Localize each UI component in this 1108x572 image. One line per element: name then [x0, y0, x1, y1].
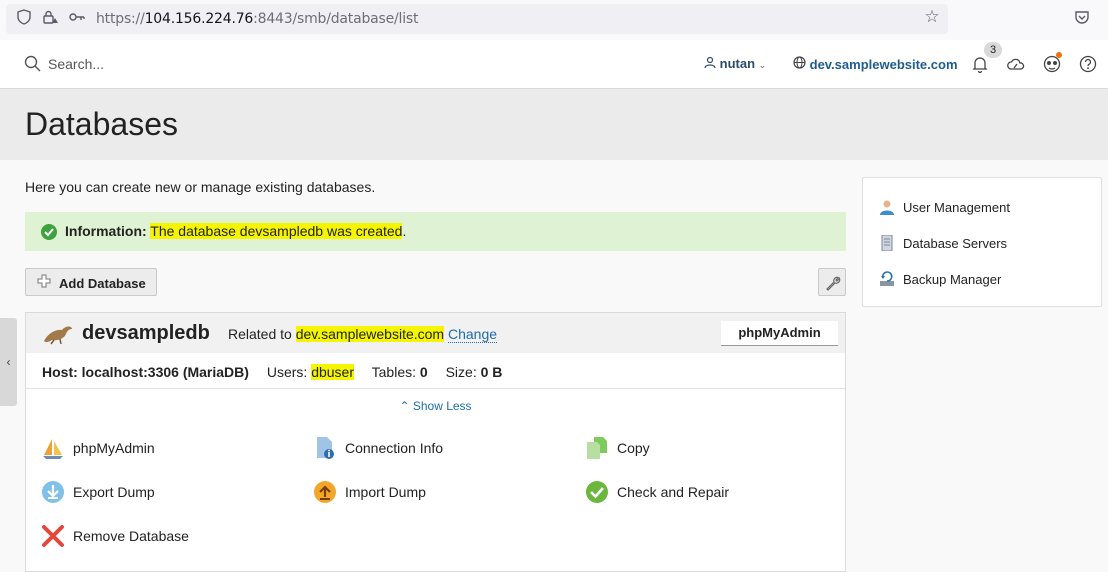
related-prefix: Related to	[228, 326, 292, 342]
domain-name: dev.samplewebsite.com	[809, 57, 958, 72]
url-text[interactable]: https://104.156.224.76:8443/smb/database…	[96, 11, 419, 27]
related-domain: Related to dev.samplewebsite.com Change	[228, 326, 498, 343]
tables-value: 0	[419, 364, 428, 380]
action-label: Copy	[617, 440, 650, 456]
page-intro: Here you can create new or manage existi…	[25, 179, 376, 195]
action-label: Connection Info	[345, 440, 444, 456]
check-circle-icon	[41, 224, 57, 240]
page-title: Databases	[25, 106, 178, 142]
user-icon	[704, 56, 720, 71]
cloud-icon[interactable]	[1006, 54, 1026, 74]
check-circle-icon	[585, 480, 609, 504]
info-document-icon	[313, 436, 337, 460]
add-database-label: Add Database	[59, 276, 146, 291]
plus-icon	[37, 274, 51, 292]
search-input[interactable]	[48, 52, 348, 76]
info-message: Information: The database devsampledb wa…	[25, 212, 846, 251]
user-menu[interactable]: nutan ⌄	[704, 56, 766, 71]
chevron-up-icon: ⌃	[399, 399, 410, 413]
upload-icon	[313, 480, 337, 504]
size-value: 0 B	[480, 364, 503, 380]
host-label: Host:	[42, 364, 78, 380]
notification-count-badge: 3	[984, 42, 1002, 58]
phpmyadmin-button[interactable]: phpMyAdmin	[721, 321, 838, 346]
url-host: 104.156.224.76	[144, 11, 254, 27]
download-icon	[41, 480, 65, 504]
database-card: devsampledb Related to dev.samplewebsite…	[25, 312, 846, 572]
chevron-left-icon: ‹	[6, 355, 11, 369]
bookmark-star-icon[interactable]: ☆	[924, 8, 940, 25]
host-value: localhost:3306 (MariaDB)	[81, 364, 249, 380]
lock-warning-icon[interactable]	[42, 9, 58, 25]
backup-icon	[879, 271, 895, 287]
copy-icon	[585, 436, 609, 460]
globe-icon	[793, 56, 810, 72]
wrench-icon	[824, 274, 842, 297]
extensions-alert-dot	[1056, 52, 1062, 58]
action-label: Export Dump	[73, 484, 155, 500]
shield-icon[interactable]	[16, 9, 32, 25]
message-end: .	[402, 223, 407, 239]
database-name[interactable]: devsampledb	[82, 322, 210, 345]
collapse-panel-handle[interactable]: ‹	[0, 318, 17, 406]
show-less-link[interactable]: ⌃ Show Less	[26, 399, 845, 413]
action-label: Remove Database	[73, 528, 189, 544]
action-label: Check and Repair	[617, 484, 730, 500]
show-less-label: Show Less	[412, 399, 472, 413]
tables-label: Tables:	[371, 364, 416, 380]
sidebar-item-label: Backup Manager	[903, 272, 1002, 287]
message-label: Information:	[65, 223, 147, 239]
notifications-bell-icon[interactable]	[970, 54, 990, 74]
url-path: :8443/smb/database/list	[253, 11, 419, 27]
users-value[interactable]: dbuser	[311, 364, 354, 380]
related-domain-name: dev.samplewebsite.com	[295, 326, 445, 342]
database-meta: Host: localhost:3306 (MariaDB) Users: db…	[42, 364, 502, 380]
add-database-button[interactable]: Add Database	[25, 268, 157, 296]
divider	[26, 388, 845, 389]
message-body: The database devsampledb was created	[150, 223, 403, 239]
sidebar-item-label: User Management	[903, 200, 1010, 215]
url-prefix: https://	[96, 11, 145, 27]
change-link[interactable]: Change	[447, 326, 498, 343]
sea-lion-icon	[42, 321, 74, 350]
users-label: Users:	[266, 364, 308, 380]
permissions-icon[interactable]	[68, 9, 85, 25]
user-icon	[879, 199, 895, 215]
database-card-header: devsampledb Related to dev.samplewebsite…	[26, 313, 845, 353]
sidebar-item-label: Database Servers	[903, 236, 1008, 251]
red-x-icon	[41, 524, 65, 548]
chevron-down-icon: ⌄	[758, 60, 767, 70]
side-panel: User Management Database Servers Backup …	[862, 177, 1102, 307]
action-label: Import Dump	[345, 484, 426, 500]
action-label: phpMyAdmin	[73, 440, 155, 456]
browser-url-bar: https://104.156.224.76:8443/smb/database…	[0, 0, 1108, 41]
search-icon	[24, 55, 41, 72]
tools-button[interactable]	[818, 268, 846, 296]
sailboat-icon	[41, 436, 65, 460]
size-label: Size:	[445, 364, 477, 380]
help-icon[interactable]	[1078, 54, 1098, 74]
user-name: nutan	[719, 56, 756, 71]
domain-selector[interactable]: dev.samplewebsite.com	[793, 56, 958, 72]
message-text: Information: The database devsampledb wa…	[65, 223, 406, 239]
pocket-icon[interactable]	[1074, 9, 1090, 25]
server-icon	[879, 234, 895, 252]
top-header: nutan ⌄ dev.samplewebsite.com 3	[0, 40, 1108, 89]
